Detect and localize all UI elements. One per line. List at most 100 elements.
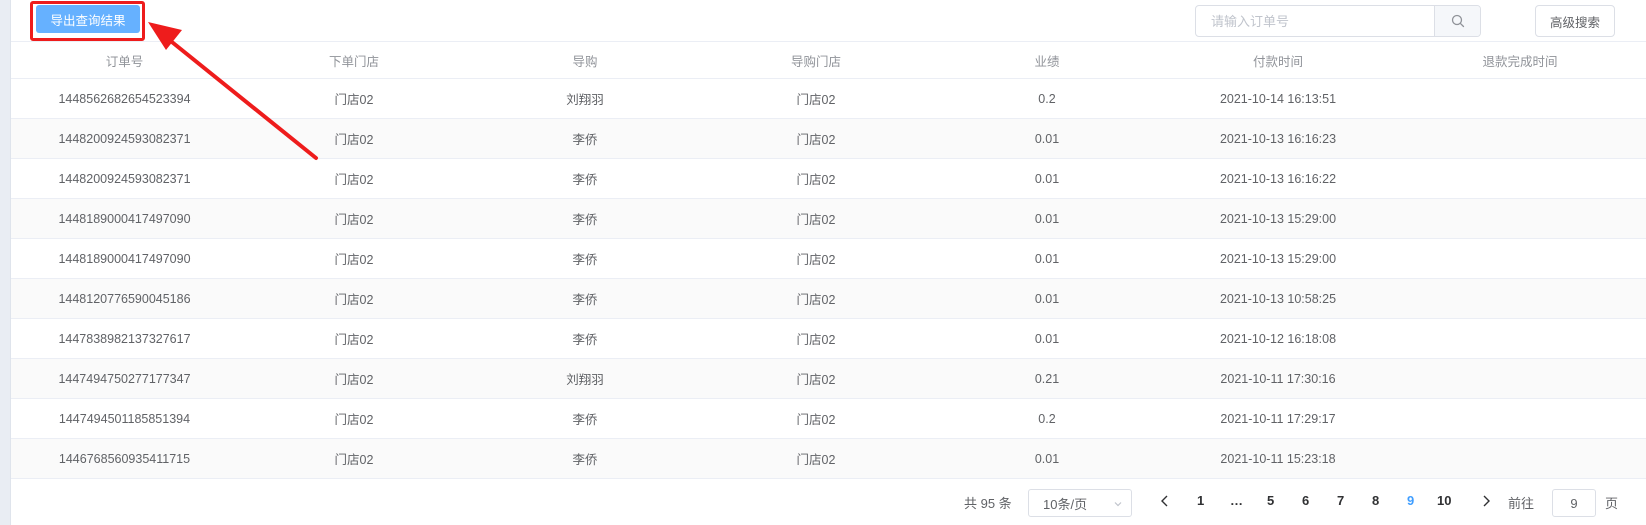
header-order-no: 订单号	[105, 54, 144, 69]
guide-store-cell: 门店02	[796, 333, 836, 347]
page-button-10[interactable]: 10	[1437, 493, 1451, 508]
pay-time-cell: 2021-10-13 15:29:00	[1219, 211, 1337, 226]
pay-time-cell: 2021-10-11 17:30:16	[1220, 371, 1336, 386]
guide-cell: 李侨	[572, 413, 598, 427]
order-no-cell: 1447494750277177347	[58, 371, 191, 386]
guide-cell: 李侨	[572, 173, 598, 187]
page-button-7[interactable]: 7	[1337, 493, 1344, 508]
page-ellipsis[interactable]: …	[1230, 493, 1243, 508]
search-icon	[1451, 14, 1464, 28]
table-row[interactable]: 1448562682654523394 门店02 刘翔羽 门店02 0.2 2021-10…	[11, 79, 1646, 119]
orders-table: 订单号 下单门店 导购 导购门店 业绩 付款时间 退款完成时间 14485626…	[11, 41, 1646, 479]
next-page-button[interactable]	[1480, 494, 1492, 511]
order-store-cell: 门店02	[334, 413, 374, 427]
advanced-search-button[interactable]: 高级搜索	[1535, 5, 1615, 37]
order-no-cell: 1448189000417497090	[58, 211, 191, 226]
page-unit-label: 页	[1605, 496, 1619, 511]
table-row[interactable]: 1447838982137327617 门店02 李侨 门店02 0.01 2021-10…	[11, 319, 1646, 359]
table-row[interactable]: 1447494501185851394 门店02 李侨 门店02 0.2 2021-10-…	[11, 399, 1646, 439]
guide-cell: 李侨	[572, 293, 598, 307]
order-store-cell: 门店02	[334, 213, 374, 227]
order-store-cell: 门店02	[334, 133, 374, 147]
performance-cell: 0.2	[1038, 411, 1056, 426]
order-store-cell: 门店02	[334, 373, 374, 387]
performance-cell: 0.01	[1034, 291, 1060, 306]
page-button-8[interactable]: 8	[1372, 493, 1379, 508]
table-row[interactable]: 1448120776590045186 门店02 李侨 门店02 0.01 2021-10…	[11, 279, 1646, 319]
performance-cell: 0.01	[1034, 171, 1060, 186]
pay-time-cell: 2021-10-11 15:23:18	[1220, 451, 1336, 466]
order-no-cell: 1447838982137327617	[58, 331, 191, 346]
header-guide: 导购	[572, 54, 598, 69]
prev-page-button[interactable]	[1159, 494, 1171, 511]
table-row[interactable]: 1447494750277177347 门店02 刘翔羽 门店02 0.21 2021-1…	[11, 359, 1646, 399]
guide-store-cell: 门店02	[796, 373, 836, 387]
order-no-cell: 1448562682654523394	[58, 91, 191, 106]
order-no-cell: 1448200924593082371	[58, 171, 191, 186]
export-results-button[interactable]: 导出查询结果	[36, 5, 140, 33]
page-button-1[interactable]: 1	[1197, 493, 1204, 508]
order-search-input[interactable]	[1196, 6, 1434, 36]
guide-store-cell: 门店02	[796, 293, 836, 307]
order-store-cell: 门店02	[334, 333, 374, 347]
table-row[interactable]: 1448200924593082371 门店02 李侨 门店02 0.01 2021-10…	[11, 159, 1646, 199]
guide-store-cell: 门店02	[796, 413, 836, 427]
performance-cell: 0.2	[1038, 91, 1056, 106]
pay-time-cell: 2021-10-13 10:58:25	[1219, 291, 1337, 306]
guide-cell: 刘翔羽	[566, 373, 604, 387]
header-order-store: 下单门店	[328, 54, 379, 69]
performance-cell: 0.01	[1034, 251, 1060, 266]
table-header: 订单号 下单门店 导购 导购门店 业绩 付款时间 退款完成时间	[11, 41, 1646, 79]
order-store-cell: 门店02	[334, 293, 374, 307]
pay-time-cell: 2021-10-13 16:16:22	[1219, 171, 1337, 186]
performance-cell: 0.01	[1034, 451, 1060, 466]
page-button-6[interactable]: 6	[1302, 493, 1309, 508]
pagination-total: 共 95 条	[964, 496, 1012, 511]
search-box	[1195, 5, 1481, 37]
page-size-value: 10条/页	[1043, 496, 1088, 512]
page-button-9-current[interactable]: 9	[1407, 493, 1414, 508]
order-no-cell: 1448200924593082371	[58, 131, 191, 146]
page-size-select[interactable]: 10条/页	[1028, 489, 1132, 517]
chevron-down-icon	[1114, 502, 1122, 507]
header-performance: 业绩	[1034, 54, 1060, 69]
pay-time-cell: 2021-10-13 16:16:23	[1219, 131, 1337, 146]
order-no-cell: 1448120776590045186	[58, 291, 191, 306]
guide-cell: 李侨	[572, 333, 598, 347]
order-no-cell: 1446768560935411715	[58, 451, 191, 466]
guide-store-cell: 门店02	[796, 173, 836, 187]
page-button-5[interactable]: 5	[1267, 493, 1274, 508]
guide-store-cell: 门店02	[796, 213, 836, 227]
table-row[interactable]: 1448189000417497090 门店02 李侨 门店02 0.01 2021-10…	[11, 199, 1646, 239]
pay-time-cell: 2021-10-14 16:13:51	[1219, 91, 1337, 106]
goto-label: 前往	[1508, 496, 1535, 511]
table-row[interactable]: 1448200924593082371 门店02 李侨 门店02 0.01 2021-10…	[11, 119, 1646, 159]
pagination: 共 95 条 10条/页 1 … 5 6 7 8 9 10 前往 页	[11, 487, 1646, 517]
order-store-cell: 门店02	[334, 93, 374, 107]
table-row[interactable]: 1446768560935411715 门店02 李侨 门店02 0.01 2021-10…	[11, 439, 1646, 479]
chevron-right-icon	[1483, 495, 1490, 507]
performance-cell: 0.01	[1034, 331, 1060, 346]
performance-cell: 0.21	[1034, 371, 1060, 386]
order-store-cell: 门店02	[334, 453, 374, 467]
guide-cell: 刘翔羽	[566, 93, 604, 107]
pay-time-cell: 2021-10-12 16:18:08	[1219, 331, 1337, 346]
order-store-cell: 门店02	[334, 173, 374, 187]
order-store-cell: 门店02	[334, 253, 374, 267]
performance-cell: 0.01	[1034, 131, 1060, 146]
order-no-cell: 1448189000417497090	[58, 251, 191, 266]
table-row[interactable]: 1448189000417497090 门店02 李侨 门店02 0.01 2021-10…	[11, 239, 1646, 279]
guide-store-cell: 门店02	[796, 253, 836, 267]
left-edge-panel	[0, 0, 11, 525]
chevron-left-icon	[1161, 495, 1168, 507]
pay-time-cell: 2021-10-11 17:29:17	[1220, 411, 1336, 426]
search-button[interactable]	[1434, 6, 1480, 36]
pay-time-cell: 2021-10-13 15:29:00	[1219, 251, 1337, 266]
guide-store-cell: 门店02	[796, 133, 836, 147]
header-guide-store: 导购门店	[790, 54, 841, 69]
guide-cell: 李侨	[572, 213, 598, 227]
table-body: 1448562682654523394 门店02 刘翔羽 门店02 0.2 2021-10…	[11, 79, 1646, 479]
goto-page-input[interactable]	[1552, 489, 1596, 517]
guide-cell: 李侨	[572, 133, 598, 147]
performance-cell: 0.01	[1034, 211, 1060, 226]
